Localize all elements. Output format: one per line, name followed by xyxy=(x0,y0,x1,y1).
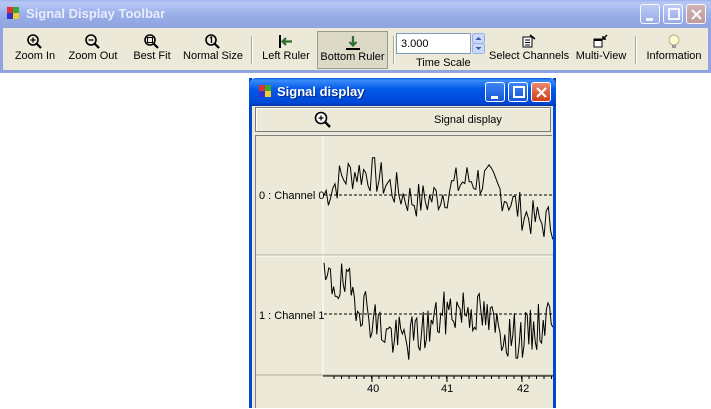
app-icon xyxy=(259,85,271,97)
information-icon xyxy=(668,34,680,48)
signal-display-window: Signal display Signal display 0: Channe… xyxy=(249,78,556,408)
toolbar-window: Signal Display Toolbar Zoom In Zoom Out … xyxy=(0,0,711,73)
multi-view-label: Multi-View xyxy=(575,50,627,62)
x-tick-label: 42 xyxy=(517,383,530,395)
time-scale-label: Time Scale xyxy=(416,57,471,69)
time-scale-spinner[interactable] xyxy=(472,33,485,54)
x-tick-label: 40 xyxy=(367,383,380,395)
toolbar-body: Zoom In Zoom Out Best Fit Normal Size Le… xyxy=(0,28,711,73)
signal-traces xyxy=(323,157,553,360)
bottom-ruler-ticks xyxy=(333,376,552,382)
close-button[interactable] xyxy=(531,82,551,102)
bottom-ruler-label: Bottom Ruler xyxy=(320,51,385,63)
toolbar-separator xyxy=(393,36,395,64)
zoom-in-icon xyxy=(27,34,42,49)
maximize-button[interactable] xyxy=(508,82,528,102)
time-scale-input[interactable] xyxy=(396,33,471,54)
bottom-ruler-icon xyxy=(345,36,360,50)
toolbar-title-bar[interactable]: Signal Display Toolbar xyxy=(0,0,711,28)
channel-1-waveform xyxy=(323,262,553,360)
close-button[interactable] xyxy=(686,4,706,24)
signal-header-label: Signal display xyxy=(434,114,502,126)
select-channels-button[interactable]: Select Channels xyxy=(489,31,569,69)
maximize-icon xyxy=(513,86,525,98)
channel-0-waveform xyxy=(323,157,553,240)
signal-window-title: Signal display xyxy=(277,84,365,99)
zoom-out-button[interactable]: Zoom Out xyxy=(65,31,121,69)
minimize-button[interactable] xyxy=(485,82,505,102)
zoom-icon[interactable] xyxy=(313,110,333,130)
signal-header-bar[interactable]: Signal display xyxy=(255,107,551,132)
maximize-icon xyxy=(668,8,680,20)
zoom-out-label: Zoom Out xyxy=(68,50,118,62)
best-fit-label: Best Fit xyxy=(133,50,171,62)
minimize-button[interactable] xyxy=(640,4,660,24)
toolbar-separator xyxy=(251,36,253,64)
left-ruler-label: Left Ruler xyxy=(262,50,310,62)
select-channels-icon xyxy=(522,34,536,48)
channel-0-label: 0 : Channel 0 xyxy=(259,190,325,202)
zoom-out-icon xyxy=(85,34,100,49)
best-fit-button[interactable]: Best Fit xyxy=(129,31,175,69)
information-label: Information xyxy=(646,50,702,62)
select-channels-label: Select Channels xyxy=(489,50,570,62)
channel-1-label: 1 : Channel 1 xyxy=(259,310,325,322)
close-icon xyxy=(691,9,702,20)
minimize-icon xyxy=(646,18,653,21)
multi-view-icon xyxy=(593,34,608,48)
x-tick-label: 41 xyxy=(441,383,454,395)
zoom-in-label: Zoom In xyxy=(14,50,56,62)
information-button[interactable]: Information xyxy=(643,31,705,69)
app-icon xyxy=(7,7,19,19)
signal-title-bar[interactable]: Signal display xyxy=(249,78,556,106)
best-fit-icon xyxy=(144,34,159,49)
signal-plot-area[interactable]: 0 : Channel 0 1 : Channel 1 40 41 42 xyxy=(255,135,553,409)
toolbar-separator xyxy=(635,36,637,64)
maximize-button[interactable] xyxy=(663,4,683,24)
signal-plot-svg[interactable] xyxy=(256,136,553,409)
left-ruler-button[interactable]: Left Ruler xyxy=(259,31,313,69)
close-icon xyxy=(536,87,547,98)
minimize-icon xyxy=(491,96,498,99)
normal-size-button[interactable]: Normal Size xyxy=(183,31,243,69)
toolbar-window-title: Signal Display Toolbar xyxy=(26,6,166,21)
zoom-in-button[interactable]: Zoom In xyxy=(11,31,59,69)
multi-view-button[interactable]: Multi-View xyxy=(575,31,627,69)
bottom-ruler-button[interactable]: Bottom Ruler xyxy=(317,31,388,69)
normal-size-icon xyxy=(205,34,220,49)
left-ruler-icon xyxy=(279,35,292,48)
normal-size-label: Normal Size xyxy=(183,50,243,62)
